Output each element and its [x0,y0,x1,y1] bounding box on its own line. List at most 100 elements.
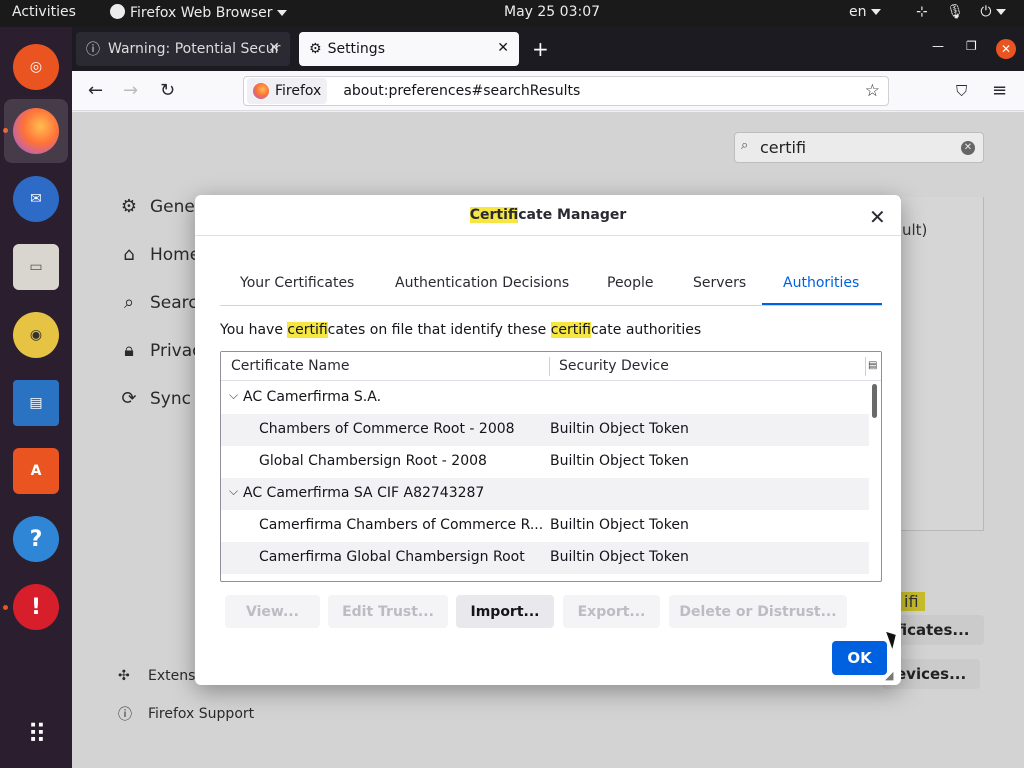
search-value: certifi [760,138,807,157]
home-icon: ⌂ [123,244,135,265]
tab-your-certificates[interactable]: Your Certificates [240,275,354,291]
sidebar-item-home[interactable]: ⌂ Home [116,244,200,265]
tab-title: Settings [327,41,385,57]
resize-grip-icon[interactable]: ◢ [885,669,893,682]
sidebar-item-privacy[interactable]: 🔒︎ Privac [116,340,201,361]
new-tab-button[interactable]: + [532,37,549,61]
tab-warning[interactable]: ⓘ Warning: Potential Secur ✕ [76,32,290,66]
tree-row[interactable]: Camerfirma Chambers of Commerce R... Bui… [221,510,869,542]
url-bar[interactable]: Firefox about:preferences#searchResults … [243,76,889,106]
button-label: Export... [577,603,646,620]
dock-files[interactable]: ▭ [4,235,68,299]
description-highlight: certifi [287,322,328,338]
tab-people[interactable]: People [607,275,654,291]
import-button[interactable]: Import... [456,595,554,628]
close-icon[interactable]: ✕ [869,205,886,229]
certificate-name: AC Camerfirma S.A. [243,389,382,405]
system-menu[interactable]: ⊹ 🎙 ⏻ [916,4,1006,20]
settings-search-input[interactable]: ⌕ certifi ✕ [734,132,984,163]
firefox-icon [253,83,269,99]
tree-row[interactable]: Global Chambersign Root - 2008 Builtin O… [221,446,869,478]
pocket-icon[interactable]: ⛉ [956,82,967,100]
minimize-button[interactable]: — [932,39,944,53]
title-highlight: Certifi [469,207,519,223]
tree-group-row[interactable]: ⌵ AC Camerfirma SA CIF A82743287 [221,478,869,510]
close-tab-icon[interactable]: ✕ [268,40,280,56]
dock-rhythmbox[interactable]: ◉ [4,303,68,367]
chevron-down-icon[interactable]: ⌵ [229,388,238,403]
sidebar-item-label: Extens [148,668,196,684]
ok-button[interactable]: OK [832,641,887,675]
tab-authorities[interactable]: Authorities [783,275,859,291]
clock[interactable]: May 25 03:07 [504,4,600,20]
tab-servers[interactable]: Servers [693,275,746,291]
dialog-title: Certificate Manager [195,207,901,223]
certificate-name: AC Camerfirma SA CIF A82743287 [243,485,485,501]
column-certificate-name[interactable]: Certificate Name [231,358,349,374]
dock-thunderbird[interactable]: ✉ [4,167,68,231]
tab-divider [220,305,882,306]
sidebar-item-support[interactable]: ⓘ Firefox Support [118,704,254,724]
tree-scrollbar[interactable] [872,384,877,418]
dock-update-notifier[interactable]: ! [4,575,68,639]
tree-row[interactable]: Camerfirma Global Chambersign Root Built… [221,542,869,574]
tab-title: Warning: Potential Secur [108,41,281,57]
activities-button[interactable]: Activities [12,4,76,20]
show-apps-button[interactable]: ⠿ [4,703,68,767]
column-picker-icon[interactable]: ▤ [868,360,877,371]
chevron-down-icon[interactable]: ⌵ [229,484,238,499]
chevron-down-icon [995,9,1006,15]
close-window-button[interactable]: ✕ [996,39,1016,59]
security-device: Builtin Object Token [550,549,689,565]
document-icon: ▤ [13,380,59,426]
export-button[interactable]: Export... [563,595,660,628]
url-text[interactable]: about:preferences#searchResults [343,83,580,99]
column-separator[interactable] [549,357,550,376]
tab-settings[interactable]: ⚙ Settings ✕ [299,32,519,66]
button-label: Import... [470,603,540,620]
dock-writer[interactable]: ▤ [4,371,68,435]
certificate-name: Global Chambersign Root - 2008 [259,453,487,469]
dock-help[interactable]: ? [4,507,68,571]
identity-box[interactable]: Firefox [247,78,328,104]
dock-software[interactable]: A [4,439,68,503]
app-menu[interactable]: Firefox Web Browser [110,4,287,21]
dock-ubuntu-app[interactable]: ◎ [4,35,68,99]
sidebar-item-sync[interactable]: ⟳ Sync [116,388,191,409]
language-menu[interactable]: en [849,4,881,20]
dock-firefox[interactable] [4,99,68,163]
dock: ◎ ✉ ▭ ◉ ▤ A ? ! ⠿ [0,27,72,768]
forward-button[interactable]: → [123,80,138,101]
button-label: Edit Trust... [342,603,434,620]
sidebar-item-general[interactable]: ⚙ Gener [116,196,202,217]
grid-icon: ⠿ [27,720,46,750]
tree-row[interactable]: Chambers of Commerce Root - 2008 Builtin… [221,414,869,446]
reload-button[interactable]: ↻ [160,80,175,101]
top-bar: Activities Firefox Web Browser May 25 03… [0,0,1024,27]
tab-authentication-decisions[interactable]: Authentication Decisions [395,275,569,291]
delete-or-distrust-button[interactable]: Delete or Distrust... [669,595,847,628]
clear-search-icon[interactable]: ✕ [961,141,975,155]
bookmark-star-icon[interactable]: ☆ [865,81,880,101]
security-device: Builtin Object Token [550,453,689,469]
description-text: cate authorities [590,322,702,338]
close-tab-icon[interactable]: ✕ [497,40,509,56]
column-separator[interactable] [865,357,866,376]
menu-icon[interactable]: ≡ [992,80,1007,101]
tree-group-row[interactable]: ⌵ AC Camerfirma S.A. [221,382,869,414]
search-icon: ⌕ [741,138,749,153]
column-security-device[interactable]: Security Device [559,358,669,374]
gear-icon: ⚙ [309,41,322,57]
certificate-name: Camerfirma Global Chambersign Root [259,549,525,565]
sidebar-item-extensions[interactable]: ✣ Extens [118,668,195,684]
button-label: Delete or Distrust... [679,603,837,620]
selected-tab-indicator [762,303,882,305]
warning-icon: ⓘ [86,42,100,58]
maximize-button[interactable]: ❐ [966,39,977,53]
view-button[interactable]: View... [225,595,320,628]
back-button[interactable]: ← [88,80,103,101]
certificate-tree[interactable]: Certificate Name Security Device ▤ ⌵ AC … [220,351,882,582]
edit-trust-button[interactable]: Edit Trust... [328,595,448,628]
puzzle-icon: ✣ [118,668,130,684]
app-menu-label: Firefox Web Browser [130,5,273,21]
